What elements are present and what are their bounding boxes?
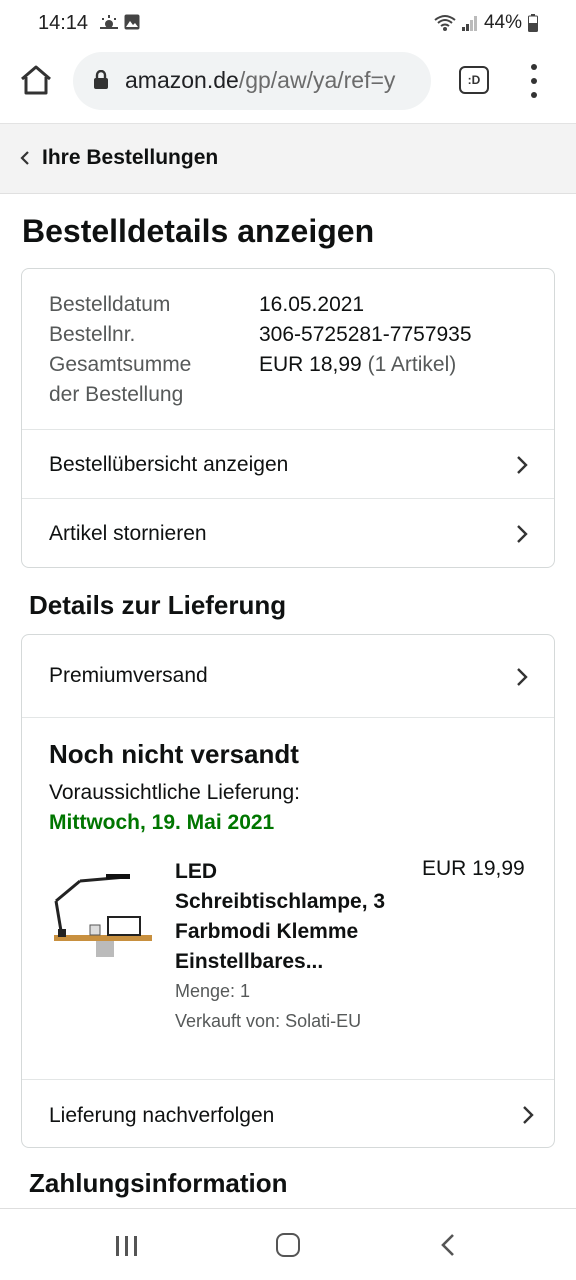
- status-notification-icons: [100, 14, 140, 30]
- order-total-label-line1: Gesamtsumme: [49, 353, 192, 376]
- payment-section-title: Zahlungsinformation: [29, 1168, 288, 1198]
- page-title: Bestelldetails anzeigen: [22, 213, 375, 249]
- product-price: EUR 19,99: [422, 857, 525, 880]
- order-summary-label: Bestellübersicht anzeigen: [49, 453, 289, 476]
- track-delivery-label: Lieferung nachverfolgen: [49, 1104, 275, 1127]
- image-icon: [124, 14, 140, 30]
- status-right: 44%: [434, 12, 538, 34]
- order-total-label-line2: der Bestellung: [49, 383, 184, 406]
- back-icon[interactable]: [440, 1233, 456, 1257]
- chevron-right-icon: [517, 456, 528, 474]
- browser-toolbar: amazon.de/gp/aw/ya/ref=y :D: [0, 48, 576, 124]
- home-button-icon[interactable]: [276, 1233, 300, 1257]
- lock-icon: [94, 70, 108, 89]
- url-path: /gp/aw/ya/ref=y: [238, 67, 396, 93]
- shipping-method-label: Premiumversand: [49, 664, 208, 687]
- status-time: 14:14: [38, 12, 89, 34]
- battery-icon: [528, 14, 538, 32]
- breadcrumb[interactable]: Ihre Bestellungen: [0, 124, 576, 194]
- order-number-value: 306-5725281-7757935: [259, 323, 472, 346]
- chevron-right-icon: [517, 525, 528, 543]
- order-number-label: Bestellnr.: [49, 323, 136, 346]
- order-item-count: (1 Artikel): [367, 353, 457, 376]
- system-navigation-bar: [0, 1208, 576, 1280]
- cancel-items-label: Artikel stornieren: [49, 522, 207, 545]
- chevron-left-icon: [20, 151, 29, 165]
- breadcrumb-label[interactable]: Ihre Bestellungen: [42, 146, 218, 170]
- shipment-status: Noch nicht versandt: [49, 739, 299, 769]
- status-bar: 14:14 44%: [0, 0, 576, 48]
- delivery-estimate-date: Mittwoch, 19. Mai 2021: [49, 811, 275, 834]
- recent-apps-icon[interactable]: [115, 1235, 139, 1257]
- url-text: amazon.de/gp/aw/ya/ref=y: [125, 67, 395, 94]
- chevron-right-icon: [523, 1106, 534, 1124]
- home-icon[interactable]: [18, 62, 54, 98]
- order-total-amount: EUR 18,99: [259, 353, 362, 376]
- delivery-estimate-label: Voraussichtliche Lieferung:: [49, 781, 300, 804]
- order-date-label: Bestelldatum: [49, 293, 171, 316]
- product-title[interactable]: LED Schreibtischlampe, 3 Farbmodi Klemme…: [175, 857, 415, 977]
- address-bar[interactable]: amazon.de/gp/aw/ya/ref=y: [73, 52, 431, 110]
- delivery-card: Premiumversand Noch nicht versandt Vorau…: [21, 634, 555, 1148]
- weather-icon: [100, 15, 118, 29]
- cancel-items-link[interactable]: Artikel stornieren: [22, 498, 554, 567]
- wifi-icon: [434, 15, 456, 31]
- signal-icon: [461, 16, 477, 31]
- track-delivery-link[interactable]: Lieferung nachverfolgen: [22, 1079, 554, 1147]
- overflow-menu-icon[interactable]: [525, 64, 543, 98]
- shipping-method-link[interactable]: Premiumversand: [22, 635, 554, 717]
- product-quantity: Menge: 1: [175, 981, 251, 1001]
- product-seller: Verkauft von: Solati-EU: [175, 1011, 362, 1031]
- product-image[interactable]: [48, 867, 152, 961]
- url-host: amazon.de: [125, 67, 239, 93]
- chevron-right-icon: [517, 668, 528, 686]
- order-info: Bestelldatum 16.05.2021 Bestellnr. 306-5…: [22, 269, 554, 429]
- order-summary-link[interactable]: Bestellübersicht anzeigen: [22, 429, 554, 498]
- divider: [22, 717, 554, 718]
- order-info-card: Bestelldatum 16.05.2021 Bestellnr. 306-5…: [21, 268, 555, 568]
- battery-percent: 44%: [483, 12, 522, 33]
- delivery-section-title: Details zur Lieferung: [29, 590, 287, 620]
- tab-switcher-button[interactable]: :D: [459, 66, 489, 94]
- order-total-value: EUR 18,99 (1 Artikel): [259, 350, 456, 380]
- order-date-value: 16.05.2021: [259, 293, 365, 316]
